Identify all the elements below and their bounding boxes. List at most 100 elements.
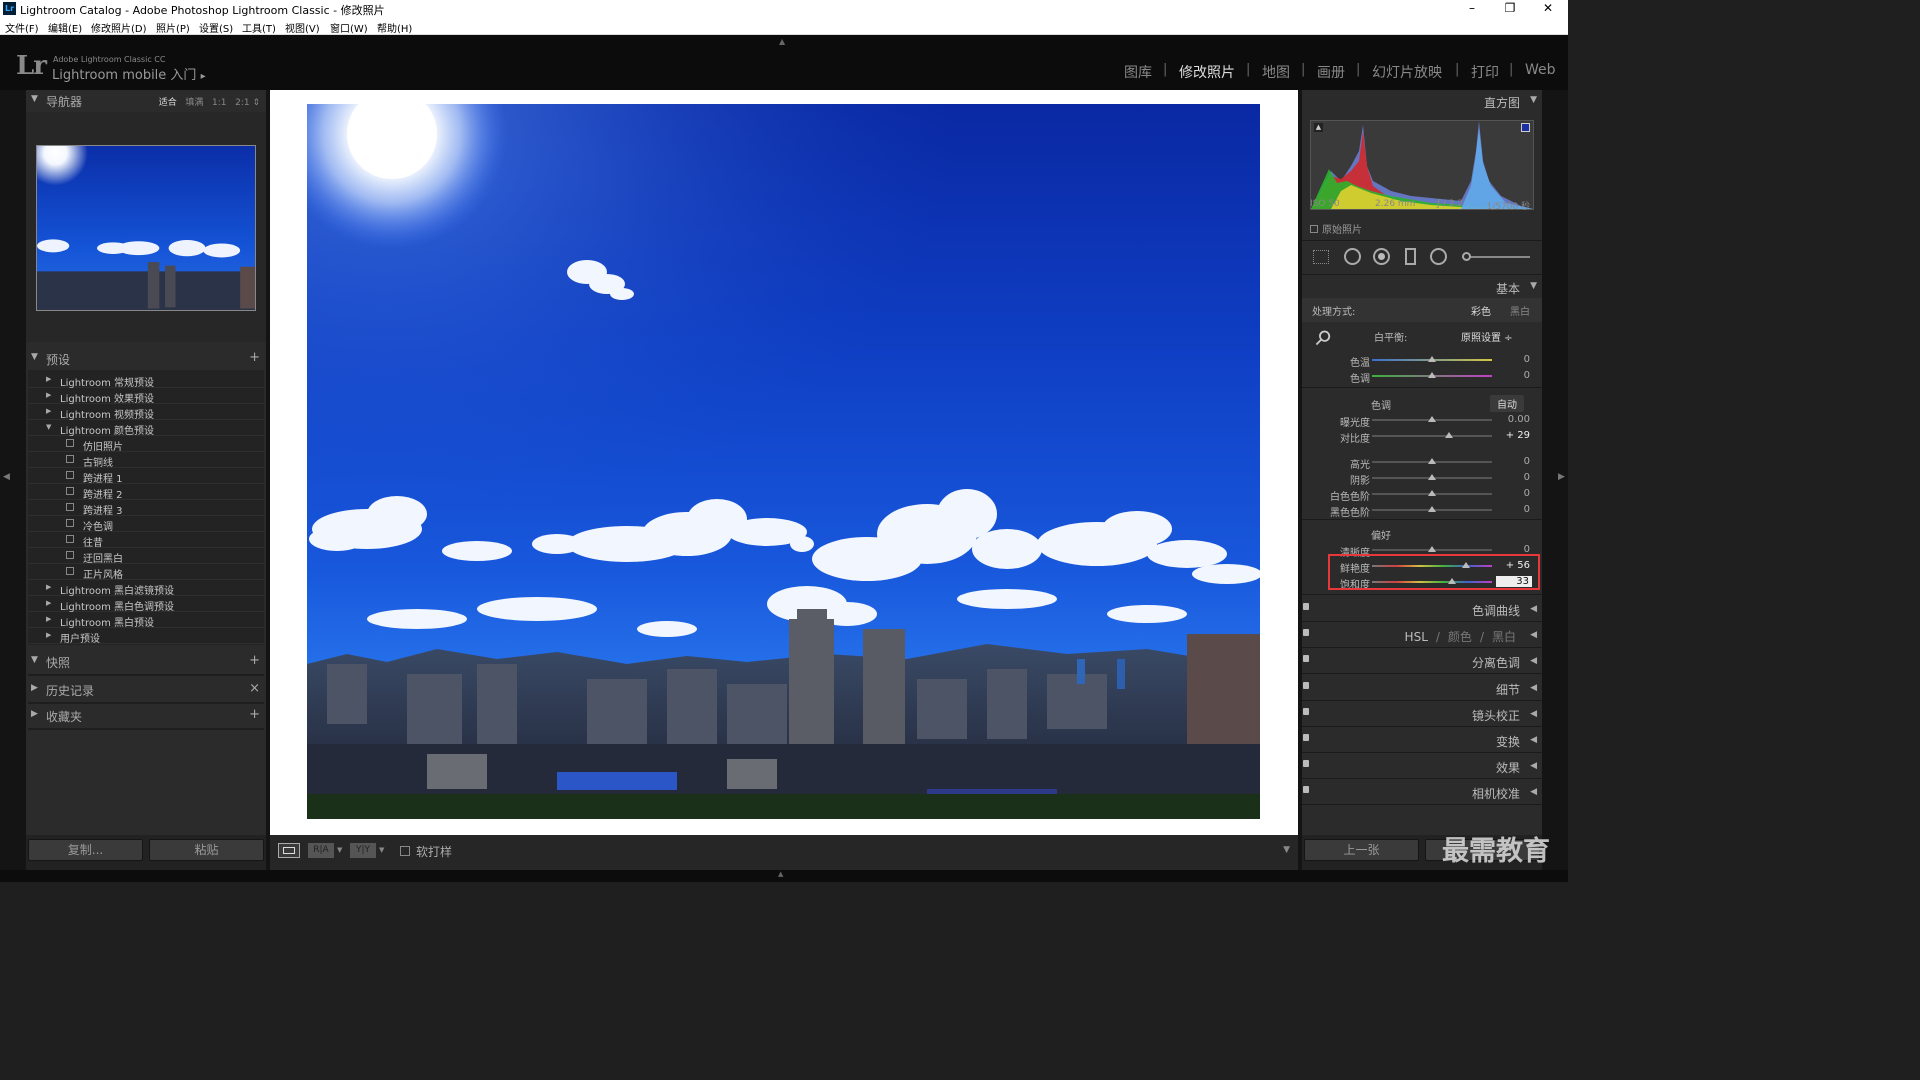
section-toggle-icon[interactable] <box>1303 629 1309 637</box>
highlight-clipping-icon[interactable] <box>1521 123 1530 132</box>
add-preset-button[interactable]: + <box>249 350 260 365</box>
menu-help[interactable]: 帮助(H) <box>377 20 412 35</box>
section-lens-corrections[interactable]: 镜头校正 ◀ <box>1302 701 1542 727</box>
preset-item[interactable]: 跨进程 2 <box>28 484 264 501</box>
redeye-icon[interactable] <box>1373 248 1390 265</box>
menu-tools[interactable]: 工具(T) <box>242 20 276 35</box>
shadow-clipping-icon[interactable]: ▲ <box>1314 123 1323 132</box>
slider-value[interactable]: 0.00 <box>1508 414 1530 425</box>
menu-photo[interactable]: 照片(P) <box>156 20 190 35</box>
preset-folder[interactable]: ▶ 用户预设 <box>28 628 264 645</box>
slider-knob[interactable] <box>1428 506 1436 512</box>
slider-value[interactable]: 0 <box>1524 504 1530 515</box>
original-photo-toggle[interactable]: 原始照片 <box>1310 221 1362 236</box>
loupe-view-button[interactable] <box>278 843 300 858</box>
dropdown-icon[interactable]: ▼ <box>337 846 342 854</box>
zoom-fill[interactable]: 填满 <box>185 98 203 108</box>
close-button[interactable]: ✕ <box>1528 0 1568 18</box>
filmstrip-collapsed[interactable]: ▲ <box>0 870 1568 882</box>
preset-folder[interactable]: ▼ Lightroom 颜色预设 <box>28 420 264 437</box>
clear-history-button[interactable]: × <box>249 681 260 696</box>
slider-track[interactable] <box>1372 435 1492 437</box>
zoom-fit[interactable]: 适合 <box>159 98 177 108</box>
right-panel-toggle[interactable]: ▶ <box>1542 90 1568 882</box>
slider-tint[interactable]: 色调 0 <box>1302 368 1542 385</box>
section-transform[interactable]: 变换 ◀ <box>1302 727 1542 753</box>
slider-value[interactable]: + 29 <box>1506 430 1530 441</box>
slider-knob[interactable] <box>1445 432 1454 438</box>
main-photo[interactable] <box>307 104 1260 819</box>
paste-settings-button[interactable]: 粘贴 <box>149 839 264 861</box>
treatment-bw-button[interactable]: 黑白 <box>1510 303 1530 318</box>
radial-filter-icon[interactable] <box>1430 248 1447 265</box>
slider-knob[interactable] <box>1428 474 1436 480</box>
collections-header[interactable]: ▶ 收藏夹 + <box>26 705 266 727</box>
section-toggle-icon[interactable] <box>1303 603 1309 610</box>
menu-settings[interactable]: 设置(S) <box>199 20 233 35</box>
slider-shadows[interactable]: 阴影 0 <box>1302 470 1542 487</box>
navigator-preview[interactable] <box>26 112 266 342</box>
slider-knob[interactable] <box>1428 416 1436 422</box>
menu-file[interactable]: 文件(F) <box>5 20 39 35</box>
section-detail[interactable]: 细节 ◀ <box>1302 675 1542 701</box>
slider-blacks[interactable]: 黑色色阶 0 <box>1302 502 1542 519</box>
menu-develop[interactable]: 修改照片(D) <box>91 20 147 35</box>
menu-window[interactable]: 窗口(W) <box>330 20 368 35</box>
preset-folder[interactable]: ▶ Lightroom 视频预设 <box>28 404 264 421</box>
add-snapshot-button[interactable]: + <box>249 653 260 668</box>
left-panel-toggle[interactable]: ◀ <box>0 90 26 882</box>
slider-knob[interactable] <box>1428 372 1436 378</box>
section-effects[interactable]: 效果 ◀ <box>1302 753 1542 780</box>
section-toggle-icon[interactable] <box>1303 681 1309 689</box>
histogram-graph[interactable]: ▲ <box>1310 120 1534 210</box>
identity-user[interactable]: Lightroom mobile 入门 ▸ <box>52 64 206 83</box>
preset-item[interactable]: 跨进程 3 <box>28 500 264 517</box>
add-collection-button[interactable]: + <box>249 707 260 722</box>
brush-slider-icon[interactable] <box>1462 252 1530 261</box>
preset-folder[interactable]: ▶ Lightroom 常规预设 <box>28 372 264 389</box>
snapshots-header[interactable]: ▼ 快照 + <box>26 651 266 673</box>
collapse-top-icon[interactable]: ▲ <box>779 37 785 46</box>
section-tone-curve[interactable]: 色调曲线 ◀ <box>1302 596 1542 622</box>
section-split-toning[interactable]: 分离色调 ◀ <box>1302 648 1542 675</box>
preset-folder[interactable]: ▶ Lightroom 黑白预设 <box>28 612 264 629</box>
navigator-header[interactable]: ▼ 导航器 适合 填满 1:1 2:1 ⇕ <box>26 90 266 112</box>
slider-value[interactable]: 0 <box>1524 456 1530 467</box>
histogram-header[interactable]: 直方图 ▼ <box>1302 90 1542 112</box>
navigator-thumbnail[interactable] <box>36 145 256 311</box>
before-after-lr-button[interactable]: R|A <box>308 843 334 858</box>
module-slideshow[interactable]: 幻灯片放映 <box>1372 62 1442 82</box>
zoom-1-1[interactable]: 1:1 <box>212 98 226 108</box>
spot-removal-icon[interactable] <box>1344 248 1361 265</box>
section-toggle-icon[interactable] <box>1303 655 1309 663</box>
section-toggle-icon[interactable] <box>1303 734 1309 741</box>
hsl-part[interactable]: 颜色 <box>1448 630 1472 644</box>
crop-tool-icon[interactable] <box>1313 250 1329 264</box>
preset-folder[interactable]: ▶ Lightroom 效果预设 <box>28 388 264 405</box>
preset-item[interactable]: 往昔 <box>28 532 264 549</box>
zoom-menu-icon[interactable]: ⇕ <box>252 98 260 108</box>
menu-view[interactable]: 视图(V) <box>285 20 320 35</box>
photo-canvas[interactable] <box>270 90 1298 835</box>
module-develop[interactable]: 修改照片 <box>1179 62 1235 82</box>
slider-highlights[interactable]: 高光 0 <box>1302 454 1542 471</box>
slider-knob[interactable] <box>1428 490 1436 496</box>
section-toggle-icon[interactable] <box>1303 760 1309 768</box>
hsl-part[interactable]: 黑白 <box>1492 630 1516 644</box>
slider-value[interactable]: 0 <box>1524 472 1530 483</box>
auto-tone-button[interactable]: 自动 <box>1490 395 1524 412</box>
preset-folder[interactable]: ▶ Lightroom 黑白滤镜预设 <box>28 580 264 597</box>
module-library[interactable]: 图库 <box>1124 62 1152 82</box>
slider-exposure[interactable]: 曝光度 0.00 <box>1302 412 1542 429</box>
section-toggle-icon[interactable] <box>1303 707 1309 715</box>
graduated-filter-icon[interactable] <box>1405 248 1416 265</box>
toolbar-menu-icon[interactable]: ▼ <box>1283 845 1290 855</box>
preset-item[interactable]: 古铜线 <box>28 452 264 469</box>
preset-folder[interactable]: ▶ Lightroom 黑白色调预设 <box>28 596 264 613</box>
preset-item[interactable]: 冷色调 <box>28 516 264 533</box>
previous-button[interactable]: 上一张 <box>1304 839 1419 861</box>
basic-header[interactable]: 基本 ▼ <box>1302 276 1542 298</box>
module-web[interactable]: Web <box>1525 62 1556 78</box>
module-book[interactable]: 画册 <box>1317 62 1345 82</box>
section-hsl[interactable]: HSL / 颜色 / 黑白 ◀ <box>1302 622 1542 649</box>
